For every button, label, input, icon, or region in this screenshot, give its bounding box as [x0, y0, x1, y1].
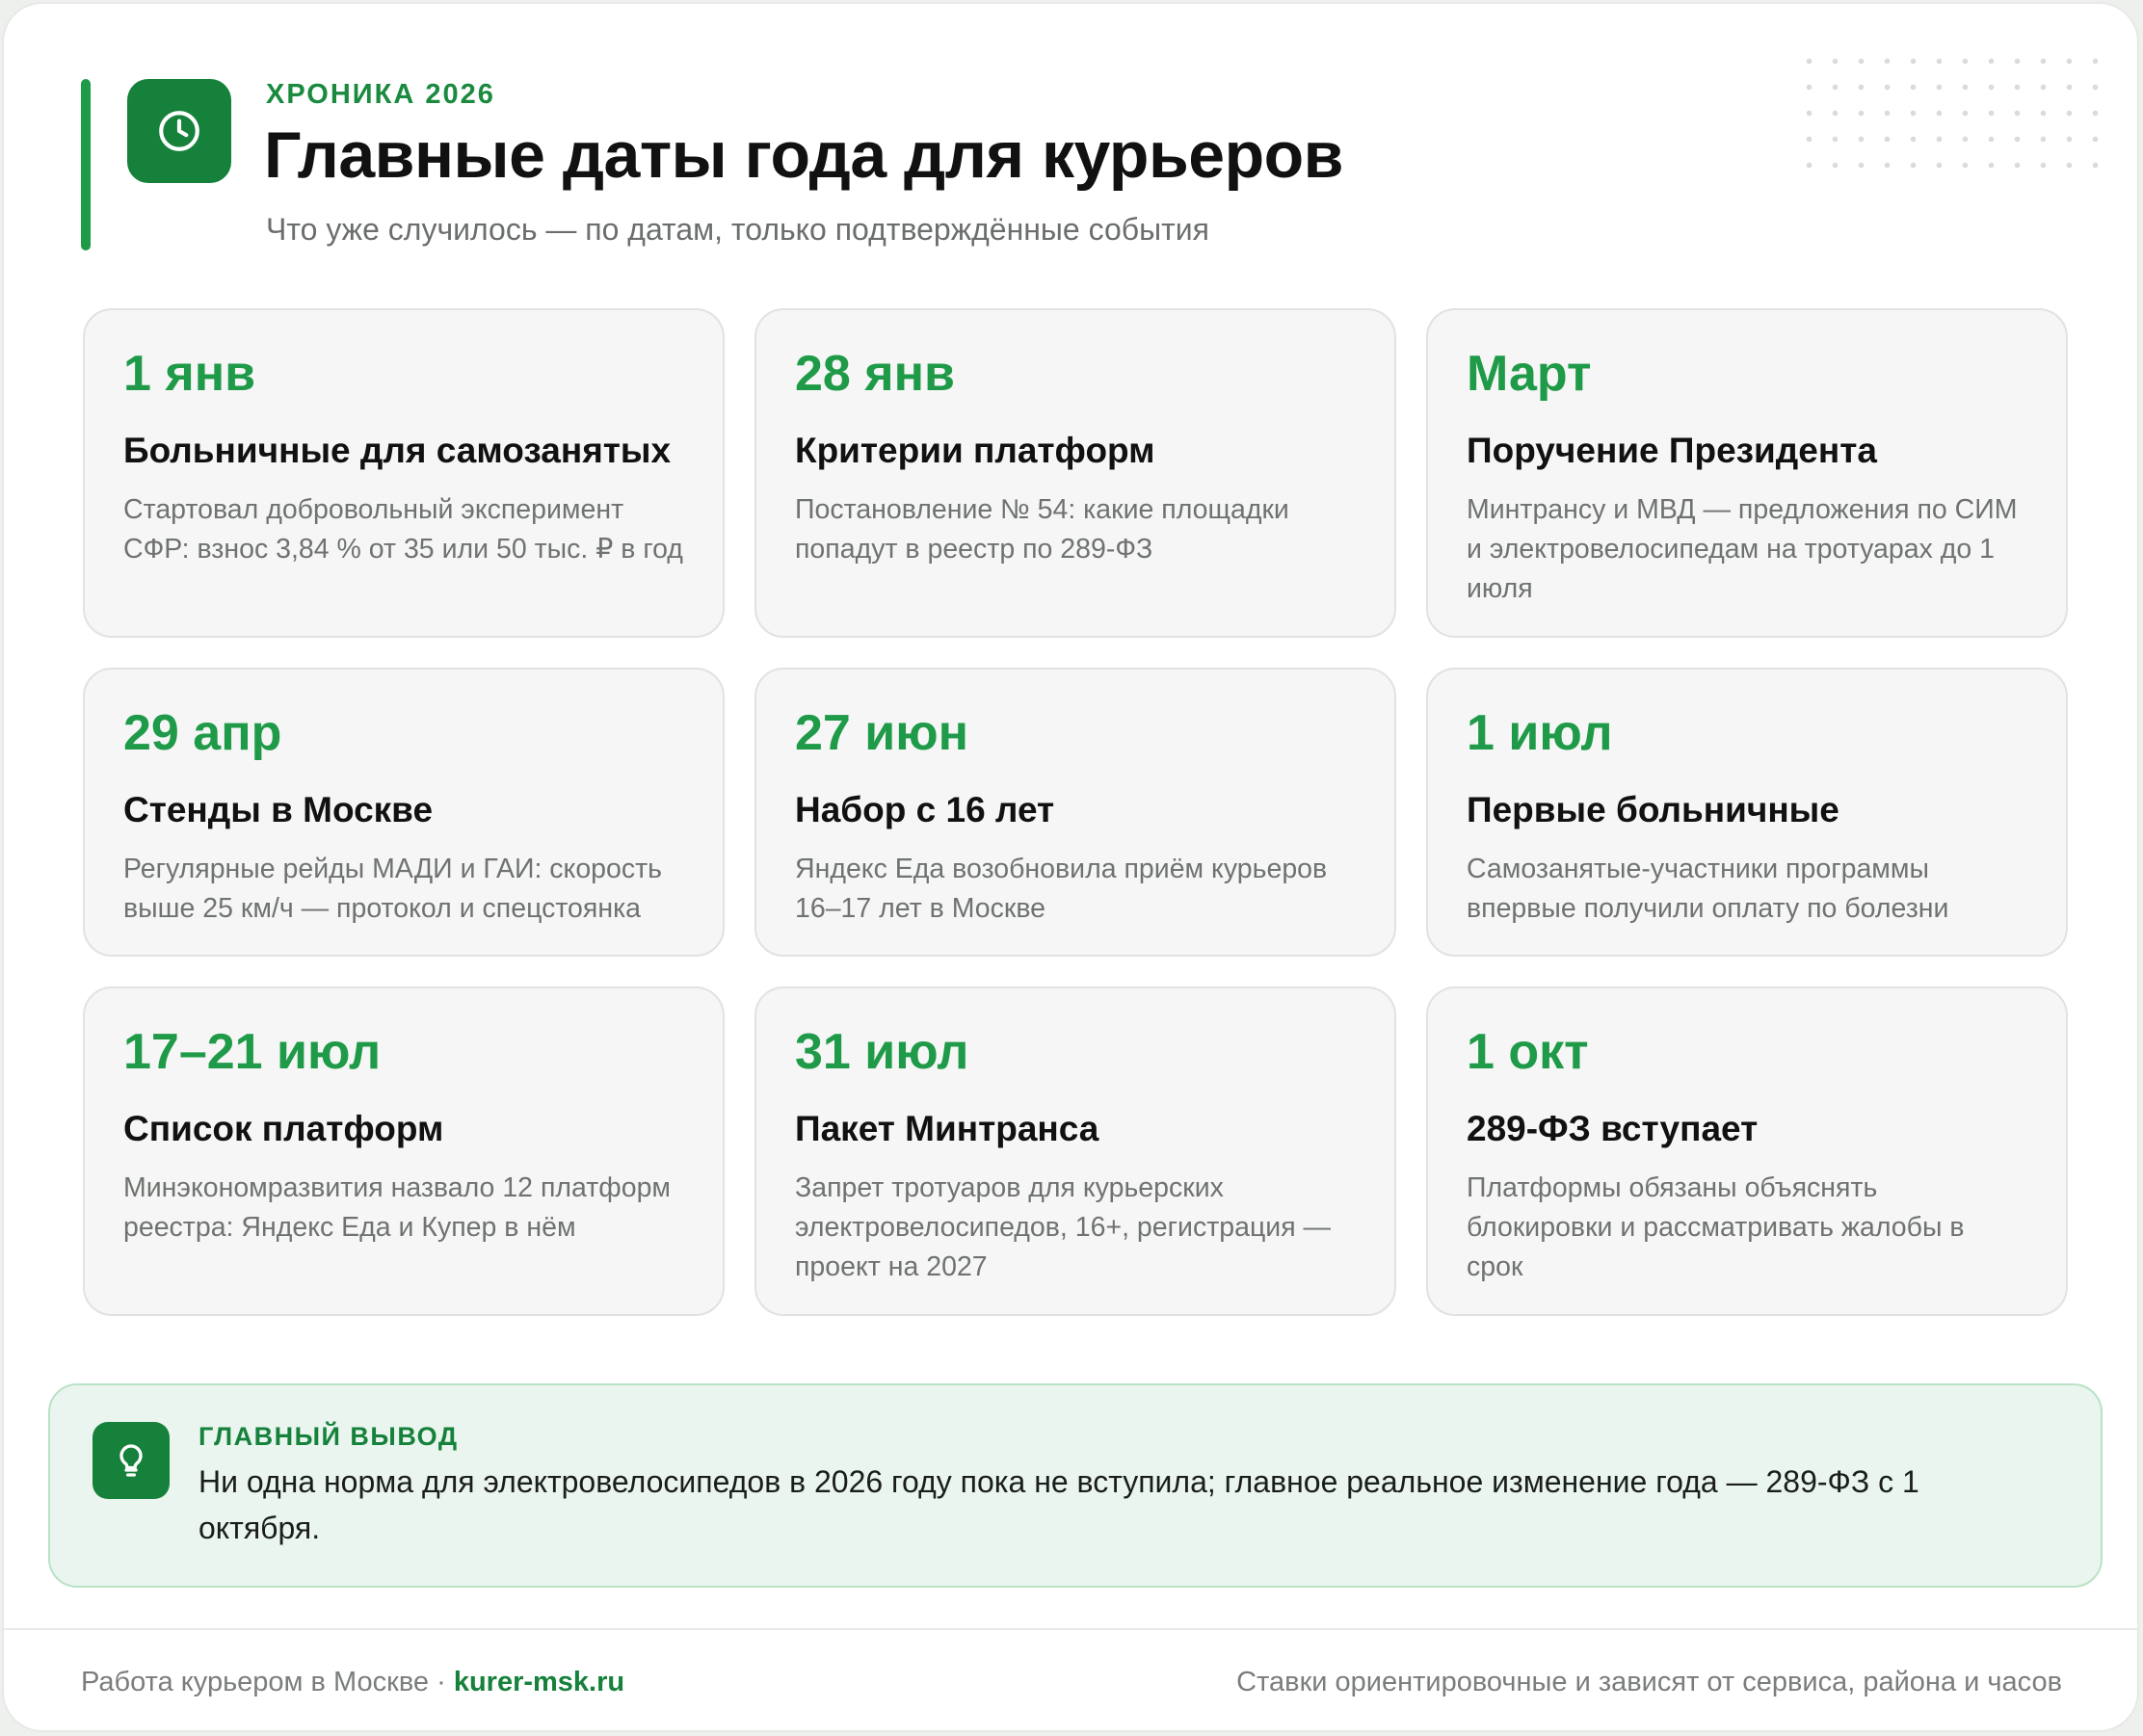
summary-kicker: ГЛАВНЫЙ ВЫВОД	[198, 1422, 459, 1451]
event-title: Пакет Минтранса	[795, 1109, 1099, 1148]
event-description: Запрет тротуаров для курьерских электров…	[795, 1171, 1332, 1282]
event-description: Регулярные рейды МАДИ и ГАИ: скорость вы…	[123, 853, 663, 924]
event-description: Минэкономразвития назвало 12 платформ ре…	[123, 1171, 672, 1243]
event-date: 29 апр	[123, 705, 282, 761]
infographic-card: ХРОНИКА 2026 Главные даты года для курье…	[2, 2, 2139, 1732]
footer-caption: Работа курьером в Москве ·	[81, 1667, 454, 1697]
event-date: 1 окт	[1467, 1024, 1589, 1080]
event-description: Постановление № 54: какие площадки попад…	[795, 493, 1289, 565]
events-grid: 1 янв Больничные для самозанятых Стартов…	[83, 308, 2068, 1316]
event-title: 289-ФЗ вступает	[1467, 1109, 1759, 1148]
event-date: Март	[1467, 346, 1592, 402]
event-card: 1 янв Больничные для самозанятых Стартов…	[83, 308, 725, 638]
event-date: 1 янв	[123, 346, 256, 402]
event-title: Больничные для самозанятых	[123, 431, 672, 470]
summary-text: Ни одна норма для электровелосипедов в 2…	[198, 1464, 1919, 1545]
event-card: 1 окт 289-ФЗ вступает Платформы обязаны …	[1426, 986, 2068, 1316]
event-description: Яндекс Еда возобновила приём курьеров 16…	[795, 853, 1328, 924]
event-card: 28 янв Критерии платформ Постановление №…	[754, 308, 1396, 638]
header-kicker: ХРОНИКА 2026	[266, 79, 495, 110]
event-card: 17–21 июл Список платформ Минэкономразви…	[83, 986, 725, 1316]
accent-bar	[81, 79, 91, 250]
event-card: 29 апр Стенды в Москве Регулярные рейды …	[83, 668, 725, 957]
event-title: Набор с 16 лет	[795, 790, 1055, 829]
lightbulb-icon-badge	[93, 1422, 170, 1499]
event-card: 31 июл Пакет Минтранса Запрет тротуаров …	[754, 986, 1396, 1316]
event-description: Самозанятые-участники программы впервые …	[1467, 853, 1949, 924]
event-title: Критерии платформ	[795, 431, 1155, 470]
clock-icon	[159, 111, 199, 151]
event-date: 1 июл	[1467, 705, 1613, 761]
summary-box: ГЛАВНЫЙ ВЫВОД Ни одна норма для электров…	[48, 1383, 2103, 1588]
event-title: Список платформ	[123, 1109, 444, 1148]
event-description: Минтрансу и МВД — предложения по СИМ и э…	[1467, 493, 2018, 604]
event-date: 17–21 июл	[123, 1024, 382, 1080]
decorative-dot-grid	[1796, 48, 2104, 183]
page-title: Главные даты года для курьеров	[264, 118, 1343, 192]
event-date: 27 июн	[795, 705, 969, 761]
footer-left: Работа курьером в Москве · kurer-msk.ru	[81, 1667, 624, 1698]
page-subtitle: Что уже случилось — по датам, только под…	[266, 212, 1209, 247]
event-title: Поручение Президента	[1467, 431, 1877, 470]
lightbulb-icon	[119, 1444, 143, 1477]
event-card: 27 июн Набор с 16 лет Яндекс Еда возобно…	[754, 668, 1396, 957]
event-date: 31 июл	[795, 1024, 969, 1080]
clock-icon-badge	[127, 79, 231, 183]
event-date: 28 янв	[795, 346, 956, 402]
event-card: Март Поручение Президента Минтрансу и МВ…	[1426, 308, 2068, 638]
event-description: Платформы обязаны объяснять блокировки и…	[1467, 1171, 1965, 1282]
event-description: Стартовал добровольный эксперимент СФР: …	[123, 493, 683, 565]
footer-divider	[4, 1628, 2137, 1630]
footer-site-link[interactable]: kurer-msk.ru	[454, 1667, 624, 1697]
footer-disclaimer: Ставки ориентировочные и зависят от серв…	[1236, 1667, 2062, 1697]
event-card: 1 июл Первые больничные Самозанятые-учас…	[1426, 668, 2068, 957]
event-title: Стенды в Москве	[123, 790, 434, 829]
event-title: Первые больничные	[1467, 790, 1839, 829]
